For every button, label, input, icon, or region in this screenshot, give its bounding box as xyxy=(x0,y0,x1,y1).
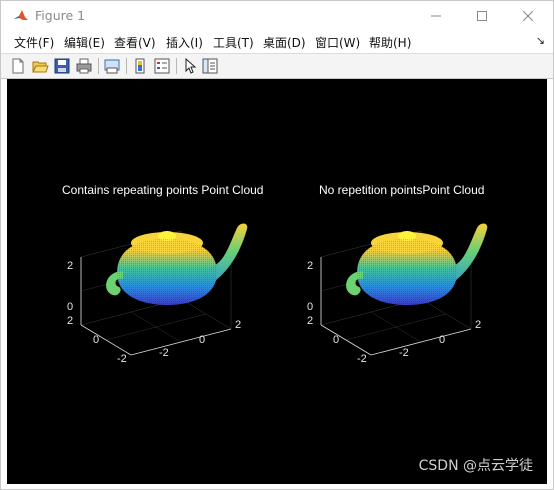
left-plot-title: Contains repeating points Point Cloud xyxy=(62,183,264,197)
new-figure-icon[interactable] xyxy=(9,57,27,75)
minimize-icon xyxy=(431,15,441,17)
right-z-tick-0: 0 xyxy=(307,301,314,313)
menu-overflow-icon[interactable]: ↘ xyxy=(536,34,545,47)
right-teapot xyxy=(346,223,488,305)
print-preview-icon[interactable] xyxy=(103,57,121,75)
left-y-tick-0: 0 xyxy=(93,334,100,346)
right-x-tick-2: 2 xyxy=(475,319,482,331)
menu-tools[interactable]: 工具(T) xyxy=(213,34,254,51)
menu-edit[interactable]: 编辑(E) xyxy=(64,34,105,51)
maximize-icon xyxy=(477,11,487,21)
right-y-tick-neg2: -2 xyxy=(357,353,367,365)
watermark: CSDN @点云学徒 xyxy=(418,458,533,474)
figure-window: Figure 1 文件(F) 编辑(E) 查看(V) 插入(I) 工具(T) 桌… xyxy=(0,0,554,490)
minimize-button[interactable] xyxy=(413,1,459,31)
toolbar xyxy=(1,53,553,79)
right-z-tick-2: 2 xyxy=(307,260,314,272)
right-x-tick-0: 0 xyxy=(439,334,446,346)
left-z-tick-0: 0 xyxy=(67,301,74,313)
left-y-tick-2: 2 xyxy=(67,315,74,327)
close-button[interactable] xyxy=(505,1,551,31)
right-x-tick-neg2: -2 xyxy=(399,347,409,359)
property-editor-icon[interactable] xyxy=(201,57,219,75)
menu-view[interactable]: 查看(V) xyxy=(114,34,156,51)
colorbar-icon[interactable] xyxy=(131,57,149,75)
print-icon[interactable] xyxy=(75,57,93,75)
toolbar-separator xyxy=(176,58,177,74)
matlab-icon xyxy=(13,8,29,24)
menu-help[interactable]: 帮助(H) xyxy=(369,34,411,51)
right-y-tick-2: 2 xyxy=(307,315,314,327)
left-x-tick-neg2: -2 xyxy=(159,347,169,359)
left-y-tick-neg2: -2 xyxy=(117,353,127,365)
window-title: Figure 1 xyxy=(35,8,86,23)
figure-canvas[interactable]: Contains repeating points Point Cloud 2 … xyxy=(7,79,547,484)
right-plot-title: No repetition pointsPoint Cloud xyxy=(319,183,485,197)
right-y-tick-0: 0 xyxy=(333,334,340,346)
toolbar-separator xyxy=(98,58,99,74)
maximize-button[interactable] xyxy=(459,1,505,31)
menu-file[interactable]: 文件(F) xyxy=(14,34,54,51)
plots-svg xyxy=(80,223,488,356)
toolbar-separator xyxy=(126,58,127,74)
menu-bar: 文件(F) 编辑(E) 查看(V) 插入(I) 工具(T) 桌面(D) 窗口(W… xyxy=(1,31,553,53)
menu-desktop[interactable]: 桌面(D) xyxy=(263,34,306,51)
legend-icon[interactable] xyxy=(153,57,171,75)
menu-window[interactable]: 窗口(W) xyxy=(315,34,360,51)
left-z-tick-2: 2 xyxy=(67,260,74,272)
left-x-tick-0: 0 xyxy=(199,334,206,346)
open-file-icon[interactable] xyxy=(31,57,49,75)
left-x-tick-2: 2 xyxy=(235,319,242,331)
title-bar: Figure 1 xyxy=(1,1,553,31)
pointer-icon[interactable] xyxy=(181,57,199,75)
left-teapot xyxy=(106,223,248,305)
menu-insert[interactable]: 插入(I) xyxy=(166,34,203,51)
close-icon xyxy=(522,10,534,22)
save-icon[interactable] xyxy=(53,57,71,75)
